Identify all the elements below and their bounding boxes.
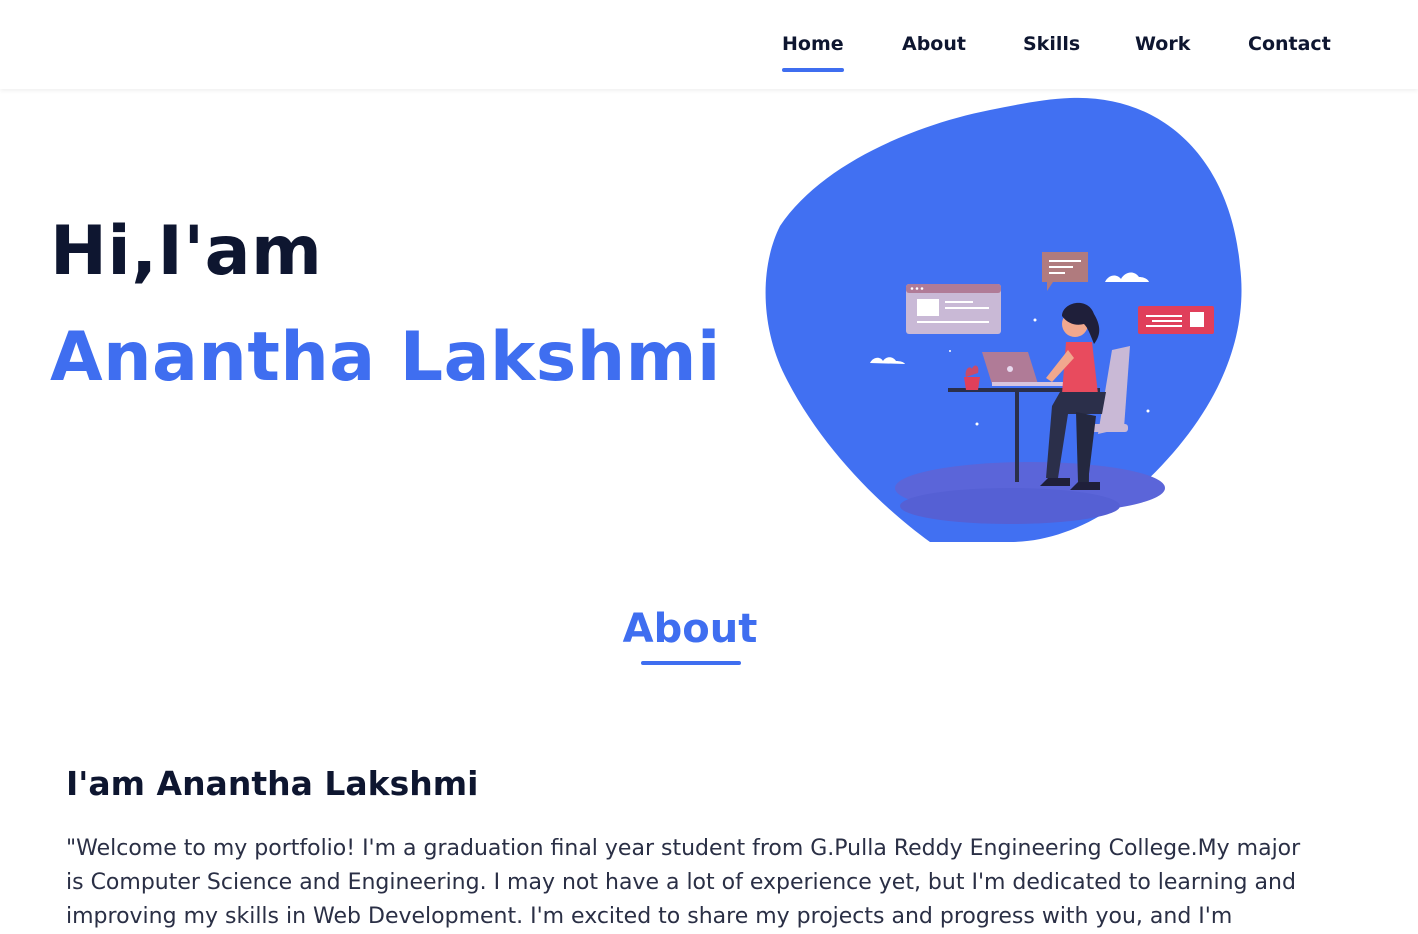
about-title: About xyxy=(622,606,758,652)
about-text: "Welcome to my portfolio! I'm a graduati… xyxy=(66,836,1301,929)
site-header: Home About Skills Work Contact xyxy=(0,0,1418,89)
about-underline xyxy=(641,661,741,665)
nav-contact[interactable]: Contact xyxy=(1248,33,1331,55)
nav-home[interactable]: Home xyxy=(782,33,844,72)
hero-name: Anantha Lakshmi xyxy=(50,318,721,397)
main-nav: Home About Skills Work Contact xyxy=(0,0,1418,89)
hero-illustration xyxy=(765,97,1242,542)
nav-skills[interactable]: Skills xyxy=(1023,33,1080,55)
about-subtitle: I'am Anantha Lakshmi xyxy=(66,764,479,803)
hero-greeting: Hi,I'am xyxy=(50,212,323,291)
nav-about[interactable]: About xyxy=(902,33,966,55)
nav-work[interactable]: Work xyxy=(1135,33,1190,55)
